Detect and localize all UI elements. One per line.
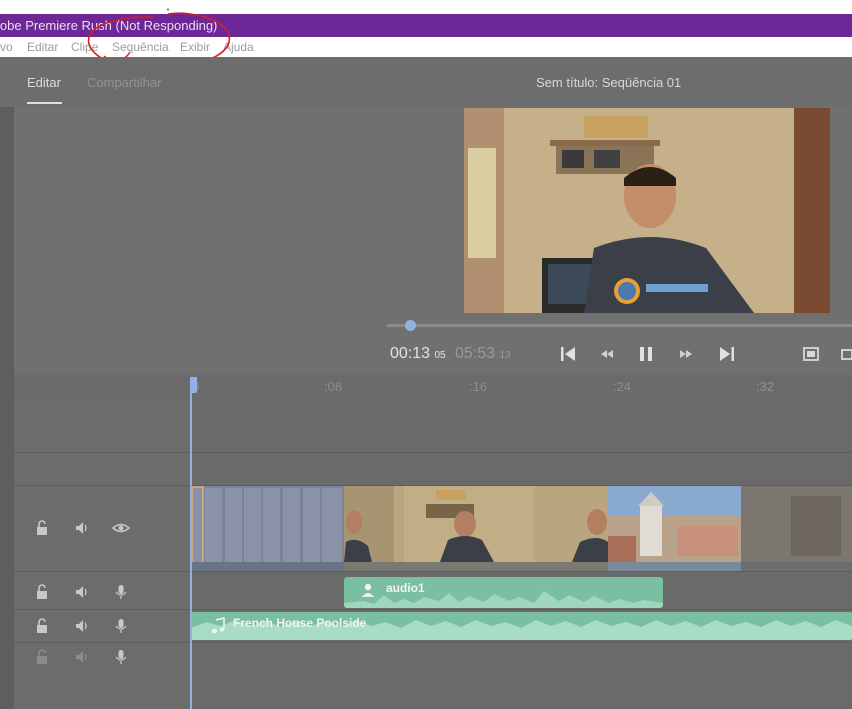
ruler-tick: :32 bbox=[756, 379, 775, 394]
menu-ajuda[interactable]: Ajuda bbox=[223, 40, 254, 54]
lock-icon[interactable] bbox=[33, 519, 51, 537]
total-duration: 05:53 13 bbox=[455, 345, 511, 362]
mic-icon[interactable] bbox=[112, 648, 130, 666]
menu-bar: vo Editar Clipe Sequência Exibir Ajuda bbox=[0, 37, 852, 57]
mic-icon[interactable] bbox=[112, 583, 130, 601]
skip-back-icon[interactable] bbox=[557, 343, 579, 365]
premiere-rush-window: { "window": { "title": "lobe Premiere Ru… bbox=[0, 0, 852, 709]
scrubber-handle[interactable] bbox=[405, 320, 416, 331]
app-header: Editar Compartilhar Sem título: Seqüênci… bbox=[0, 57, 852, 107]
speaker-icon[interactable] bbox=[73, 617, 91, 635]
music-note-icon bbox=[211, 617, 225, 634]
video-frame-man-in-room bbox=[464, 108, 830, 313]
playhead-line[interactable] bbox=[190, 377, 192, 709]
sequence-title: Sem título: Seqüência 01 bbox=[536, 75, 682, 90]
program-monitor[interactable] bbox=[464, 108, 830, 313]
ruler-tick: :16 bbox=[469, 379, 488, 394]
lock-icon[interactable] bbox=[33, 617, 51, 635]
ruler-tick: :24 bbox=[613, 379, 632, 394]
pause-icon[interactable] bbox=[635, 343, 657, 365]
divider bbox=[14, 452, 852, 453]
speaker-icon[interactable] bbox=[73, 519, 91, 537]
left-panel-strip bbox=[0, 107, 14, 709]
speaker-icon[interactable] bbox=[73, 648, 91, 666]
music-clip-label: French House Poolside bbox=[233, 616, 367, 630]
video-clip-graphics[interactable] bbox=[191, 486, 344, 571]
fast-forward-icon[interactable] bbox=[675, 343, 697, 365]
current-timecode: 00:13 05 bbox=[390, 345, 446, 362]
divider bbox=[14, 642, 852, 643]
fullscreen-icon[interactable] bbox=[800, 343, 822, 365]
video-clip-next[interactable] bbox=[741, 486, 852, 571]
video-clip-interview[interactable] bbox=[344, 486, 608, 571]
menu-arquivo[interactable]: vo bbox=[0, 40, 13, 54]
lock-icon[interactable] bbox=[33, 583, 51, 601]
title-bar: lobe Premiere Rush (Not Responding) bbox=[0, 14, 852, 37]
screen-top-strip bbox=[0, 0, 852, 14]
skip-forward-icon[interactable] bbox=[716, 343, 738, 365]
divider bbox=[14, 609, 852, 610]
mic-icon[interactable] bbox=[112, 617, 130, 635]
eye-icon[interactable] bbox=[112, 519, 130, 537]
person-icon bbox=[362, 583, 374, 597]
export-frame-icon[interactable] bbox=[838, 343, 852, 365]
menu-clipe[interactable]: Clipe bbox=[71, 40, 98, 54]
timeline-ruler[interactable]: 0 :08 :16 :24 :32 bbox=[14, 375, 852, 399]
menu-editar[interactable]: Editar bbox=[27, 40, 58, 54]
music-clip-french-house[interactable]: French House Poolside bbox=[191, 612, 852, 640]
window-title: lobe Premiere Rush (Not Responding) bbox=[0, 18, 218, 33]
tab-editar[interactable]: Editar bbox=[27, 75, 61, 90]
menu-sequencia[interactable]: Sequência bbox=[112, 40, 169, 54]
audio-clip-label: audio1 bbox=[386, 581, 425, 595]
video-clip-city[interactable] bbox=[608, 486, 741, 571]
lock-icon[interactable] bbox=[33, 648, 51, 666]
rewind-icon[interactable] bbox=[596, 343, 618, 365]
playback-scrubber[interactable] bbox=[387, 324, 852, 327]
speaker-icon[interactable] bbox=[73, 583, 91, 601]
playhead-handle[interactable] bbox=[190, 377, 197, 393]
tab-compartilhar[interactable]: Compartilhar bbox=[87, 75, 161, 90]
menu-exibir[interactable]: Exibir bbox=[180, 40, 210, 54]
divider bbox=[14, 571, 852, 572]
audio-clip-audio1[interactable]: audio1 bbox=[344, 577, 663, 608]
ruler-tick: :08 bbox=[324, 379, 343, 394]
active-tab-indicator bbox=[27, 102, 62, 104]
